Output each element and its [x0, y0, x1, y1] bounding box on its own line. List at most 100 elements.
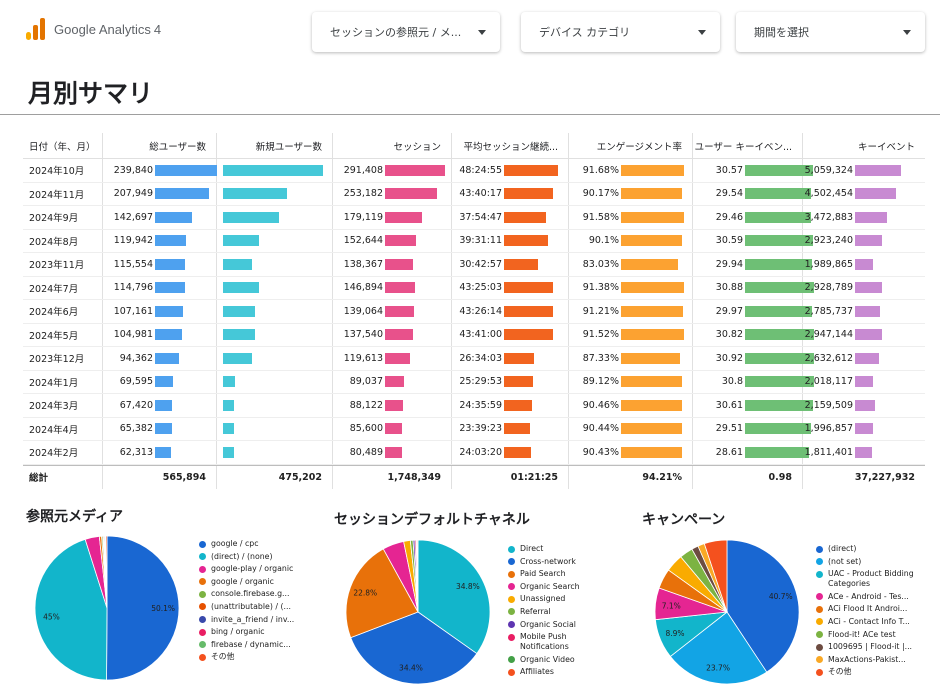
legend-item[interactable]: Referral: [508, 607, 598, 617]
legend-color-dot-icon: [508, 621, 515, 629]
legend-item[interactable]: (not set): [816, 557, 920, 567]
legend-item[interactable]: その他: [816, 667, 920, 677]
cell-value: 89,037: [349, 376, 383, 388]
table-row[interactable]: 2024年5月 104,981 137,540 43:41:00 91.52% 30.82…: [23, 323, 925, 347]
column-header[interactable]: 新規ユーザー数: [217, 133, 333, 158]
legend-item[interactable]: ACe - Android - Tes...: [816, 592, 920, 602]
legend-item[interactable]: Affiliates: [508, 667, 598, 677]
total-value: 1,748,349: [333, 465, 452, 489]
cell-value: 87.33%: [582, 352, 619, 364]
legend-item[interactable]: firebase / dynamic...: [199, 640, 295, 650]
cell-date: 2024年3月: [23, 394, 103, 417]
legend-item[interactable]: Organic Search: [508, 582, 598, 592]
analytics-logo-icon: [26, 18, 45, 40]
cell-value: 291,408: [343, 164, 383, 176]
cell-bar: [385, 188, 438, 200]
cell-metric: 2,785,737: [803, 300, 925, 323]
legend-item[interactable]: invite_a_friend / inv...: [199, 615, 295, 625]
legend-item[interactable]: その他: [199, 652, 295, 662]
totals-label: 総計: [23, 465, 103, 489]
cell-metric: 1,989,865: [803, 253, 925, 276]
cell-bar: [223, 399, 234, 411]
column-header[interactable]: セッション: [333, 133, 452, 158]
column-header[interactable]: ユーザー キーイベン...: [693, 133, 803, 158]
legend-color-dot-icon: [816, 643, 823, 651]
table-row[interactable]: 2024年9月 142,697 179,119 37:54:47 91.58% 29.46…: [23, 206, 925, 230]
legend-color-dot-icon: [816, 656, 823, 664]
table-row[interactable]: 2024年8月 119,942 152,644 39:31:11 90.1% 30.59 2…: [23, 229, 925, 253]
pie-chart-source-medium[interactable]: 50.1% 45%: [33, 534, 181, 682]
legend-item[interactable]: UAC - Product Bidding Categories: [816, 569, 920, 589]
cell-metric: 28.61: [693, 441, 810, 464]
cell-metric: 5,059,324: [803, 159, 925, 182]
table-row[interactable]: 2024年2月 62,313 80,489 24:03:20 90.43% 28.61 1,…: [23, 441, 925, 465]
dropdown-label: デバイス カテゴリ: [539, 26, 631, 39]
table-row[interactable]: 2024年11月 207,949 253,182 43:40:17 90.17% 29.5…: [23, 182, 925, 206]
cell-bar: [621, 282, 684, 294]
cell-metric: 142,697: [103, 206, 217, 229]
cell-value: 91.52%: [582, 329, 619, 341]
pie-chart-default-channel[interactable]: 34.8% 34.4% 22.8%: [344, 538, 492, 686]
table-row[interactable]: 2024年3月 67,420 88,122 24:35:59 90.46% 30.61 2,…: [23, 394, 925, 418]
cell-metric: [217, 300, 333, 323]
legend-campaign: (direct) (not set) UAC - Product Bidding C…: [816, 544, 920, 680]
cell-metric: 4,502,454: [803, 183, 925, 206]
legend-item[interactable]: ACi Flood It Androi...: [816, 604, 920, 614]
source-medium-filter-dropdown[interactable]: セッションの参照元 / メ...: [312, 12, 500, 52]
table-row[interactable]: 2023年11月 115,554 138,367 30:42:57 83.03% 29.9…: [23, 253, 925, 277]
table-row[interactable]: 2024年4月 65,382 85,600 23:39:23 90.44% 29.51 1,…: [23, 417, 925, 441]
legend-item[interactable]: Cross-network: [508, 557, 598, 567]
legend-item[interactable]: bing / organic: [199, 627, 295, 637]
legend-item[interactable]: Unassigned: [508, 594, 598, 604]
table-row[interactable]: 2023年12月 94,362 119,613 26:34:03 87.33% 30.92…: [23, 347, 925, 371]
cell-bar: [223, 258, 252, 270]
pie-chart-campaign[interactable]: 40.7% 23.7% 8.9% 7.1%: [653, 538, 801, 686]
cell-date: 2024年9月: [23, 206, 103, 229]
cell-value: 30.61: [715, 399, 743, 411]
column-header[interactable]: 平均セッション継続...: [452, 133, 569, 158]
cell-metric: 23:39:23: [452, 417, 569, 440]
cell-metric: 29.51: [693, 417, 812, 440]
cell-value: 239,840: [113, 164, 153, 176]
legend-item[interactable]: Paid Search: [508, 569, 598, 579]
legend-item[interactable]: google-play / organic: [199, 564, 295, 574]
legend-item[interactable]: google / organic: [199, 577, 295, 587]
legend-item[interactable]: (direct): [816, 544, 920, 554]
table-row[interactable]: 2024年10月 239,840 291,408 48:24:55 91.68% 30.5…: [23, 159, 925, 183]
cell-bar: [504, 329, 553, 341]
table-row[interactable]: 2024年7月 114,796 146,894 43:25:03 91.38% 30.88…: [23, 276, 925, 300]
cell-bar: [621, 211, 684, 223]
date-range-dropdown[interactable]: 期間を選択: [736, 12, 925, 52]
legend-label: Referral: [520, 606, 551, 616]
column-header[interactable]: 総ユーザー数: [103, 133, 217, 158]
cell-value: 85,600: [349, 423, 383, 435]
table-row[interactable]: 2024年1月 69,595 89,037 25:29:53 89.12% 30.8 2,0…: [23, 370, 925, 394]
legend-item[interactable]: Mobile Push Notifications: [508, 632, 598, 652]
column-header[interactable]: エンゲージメント率: [569, 133, 693, 158]
legend-item[interactable]: 1009695 | Flood-it |...: [816, 642, 920, 652]
legend-item[interactable]: (direct) / (none): [199, 552, 295, 562]
legend-item[interactable]: google / cpc: [199, 539, 295, 549]
column-header[interactable]: キーイベント: [803, 133, 925, 158]
cell-value: 43:25:03: [459, 282, 502, 294]
slice-label: 50.1%: [151, 604, 175, 613]
legend-label: Paid Search: [520, 569, 566, 579]
legend-item[interactable]: (unattributable) / (...: [199, 602, 295, 612]
legend-item[interactable]: console.firebase.g...: [199, 589, 295, 599]
legend-item[interactable]: Direct: [508, 544, 598, 554]
device-category-dropdown[interactable]: デバイス カテゴリ: [521, 12, 720, 52]
legend-item[interactable]: ACi - Contact Info T...: [816, 617, 920, 627]
cell-value: 23:39:23: [459, 423, 502, 435]
legend-item[interactable]: Flood-it! ACe test: [816, 630, 920, 640]
legend-item[interactable]: Organic Video: [508, 655, 598, 665]
table-row[interactable]: 2024年6月 107,161 139,064 43:26:14 91.21% 29.97…: [23, 300, 925, 324]
legend-item[interactable]: Organic Social: [508, 620, 598, 630]
cell-metric: [217, 206, 333, 229]
column-header[interactable]: 日付（年、月）: [23, 133, 103, 158]
cell-metric: 107,161: [103, 300, 217, 323]
legend-item[interactable]: MaxActions-Pakist...: [816, 655, 920, 665]
chart-title-campaign: キャンペーン: [642, 512, 726, 528]
slice-label: 23.7%: [706, 663, 730, 672]
cell-bar: [385, 352, 410, 364]
cell-date: 2023年12月: [23, 347, 103, 370]
